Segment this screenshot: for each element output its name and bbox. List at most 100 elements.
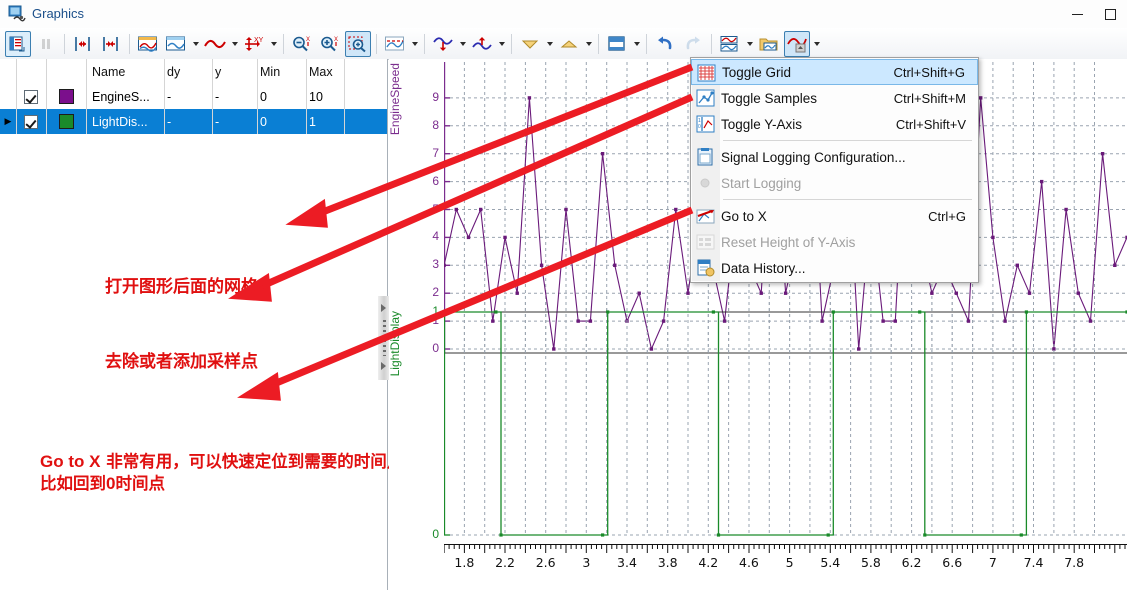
row-expander[interactable]: ▶ (0, 116, 16, 127)
title-bar: Graphics (0, 0, 1127, 29)
window-title: Graphics (32, 6, 85, 21)
zoom-area-icon (348, 36, 366, 52)
maximize-button[interactable] (1094, 0, 1127, 28)
grid-line (306, 59, 307, 134)
measure-button[interactable] (382, 31, 408, 57)
y-tick-label: 1 (432, 304, 439, 318)
trigger-falling-dropdown[interactable] (544, 31, 555, 57)
zoom-out-button[interactable]: X (289, 31, 315, 57)
zoom-out-icon: X (293, 36, 310, 51)
menu-item-signal-logging-configuration[interactable]: Signal Logging Configuration... (691, 144, 978, 170)
chevron-down-icon (546, 41, 553, 46)
graph-options-button[interactable] (784, 30, 810, 57)
undo-arrow-icon (658, 36, 672, 49)
measure-dropdown[interactable] (409, 31, 420, 57)
layout-dropdown[interactable] (631, 31, 642, 57)
chevron-down-icon (411, 41, 418, 46)
grid-line (16, 59, 17, 134)
row-visibility-checkbox[interactable] (16, 89, 46, 104)
history-doc-icon (697, 259, 715, 277)
column-header-name[interactable]: Name (86, 65, 164, 79)
xy-arrows-icon: XY (245, 36, 264, 51)
y-axis-icon: 10 (696, 115, 715, 133)
graphics-window-icon (8, 5, 26, 22)
column-header-y[interactable]: y (212, 65, 257, 79)
menu-item-accelerator: Ctrl+G (928, 208, 966, 224)
open-graph-file-button[interactable] (756, 31, 782, 57)
xy-plot-dropdown[interactable] (268, 31, 279, 57)
table-row[interactable]: EngineS... - - 0 10 (0, 84, 387, 109)
x-tick-label: 3.4 (617, 555, 637, 570)
toolbar-separator (598, 33, 599, 54)
y-tick-label: 4 (432, 229, 439, 244)
column-header-min[interactable]: Min (257, 65, 306, 79)
redo-arrow-icon (686, 36, 700, 49)
zoom-in-button[interactable]: X (317, 31, 343, 57)
row-color-swatch[interactable] (46, 114, 86, 129)
fit-x-axis-right-button[interactable] (98, 31, 124, 57)
pause-icon (42, 38, 50, 49)
zoom-area-button[interactable] (345, 30, 371, 57)
menu-item-data-history[interactable]: Data History... (691, 255, 978, 281)
cell-max: 10 (309, 89, 323, 104)
layout-button[interactable] (604, 31, 630, 57)
minimize-icon (1072, 13, 1083, 15)
column-header-dy[interactable]: dy (164, 65, 212, 79)
fit-x-axis-icon (75, 36, 90, 51)
y-tick-label: 5 (432, 201, 439, 216)
x-tick-label: 1.8 (454, 555, 475, 570)
toolbar-separator (283, 33, 284, 54)
cursor-down-button[interactable] (430, 31, 456, 57)
minimize-button[interactable] (1061, 0, 1094, 28)
cursor-up-dropdown[interactable] (496, 31, 507, 57)
menu-item-toggle-y-axis[interactable]: 1 0 Toggle Y-Axis Ctrl+Shift+V (691, 111, 978, 137)
y-tick-label: 3 (432, 257, 439, 272)
checkbox-checked-icon (24, 114, 38, 129)
menu-item-go-to-x[interactable]: Go to X Ctrl+G (691, 203, 978, 229)
y-tick-label: 7 (432, 145, 439, 160)
menu-item-toggle-samples[interactable]: Toggle Samples Ctrl+Shift+M (691, 85, 978, 111)
curve-style-button[interactable] (202, 31, 228, 57)
chevron-down-icon (231, 41, 238, 46)
cursor-up-button[interactable] (469, 31, 495, 57)
x-tick-label: 5.8 (860, 555, 881, 570)
show-all-graphs-button[interactable] (135, 31, 161, 57)
split-graph-dropdown[interactable] (744, 31, 755, 57)
chevron-down-icon (746, 41, 753, 46)
svg-text:0: 0 (698, 124, 701, 130)
fit-x-axis-right-icon (103, 36, 118, 51)
row-color-swatch[interactable] (46, 89, 86, 104)
x-tick-label: 2.2 (495, 555, 515, 570)
grid-line (212, 59, 213, 134)
toolbar-separator (376, 33, 377, 54)
chevron-down-icon (585, 41, 592, 46)
table-row[interactable]: ▶ LightDis... - - 0 1 (0, 109, 387, 134)
annotation-goto-x-en: Go to X (40, 452, 101, 471)
signal-list-icon (9, 36, 25, 51)
annotation-goto-x-cn: 非常有用，可以快速定位到需要的时间点 (100, 452, 404, 471)
row-visibility-checkbox[interactable] (16, 114, 46, 129)
trigger-rising-button[interactable] (556, 31, 582, 57)
fit-x-axis-button[interactable] (70, 31, 96, 57)
wave-up-arrow-icon (472, 36, 492, 50)
top-chart-axis-label: EngineSpeed (388, 63, 402, 136)
graph-options-dropdown[interactable] (811, 31, 822, 57)
curve-style-dropdown[interactable] (229, 31, 240, 57)
split-graph-button[interactable] (717, 31, 743, 57)
show-signal-list-button[interactable] (5, 30, 31, 57)
open-folder-graph-icon (759, 38, 778, 50)
graphics-window: Graphics XY X X Name dy y Min Max Engine… (0, 0, 1127, 590)
undo-button[interactable] (652, 31, 678, 57)
trigger-falling-button[interactable] (517, 31, 543, 57)
signal-table: Name dy y Min Max EngineS... - - 0 10 ▶ (0, 59, 387, 134)
cell-y: - (215, 89, 220, 104)
cell-min: 0 (260, 114, 267, 129)
single-graph-button[interactable] (163, 31, 189, 57)
xy-plot-button[interactable]: XY (241, 31, 267, 57)
cursor-down-dropdown[interactable] (457, 31, 468, 57)
menu-item-toggle-grid[interactable]: Toggle Grid Ctrl+Shift+G (691, 59, 978, 85)
light-display-plot[interactable] (444, 302, 1127, 545)
trigger-rising-dropdown[interactable] (583, 31, 594, 57)
single-graph-dropdown[interactable] (190, 31, 201, 57)
column-header-max[interactable]: Max (306, 65, 344, 79)
